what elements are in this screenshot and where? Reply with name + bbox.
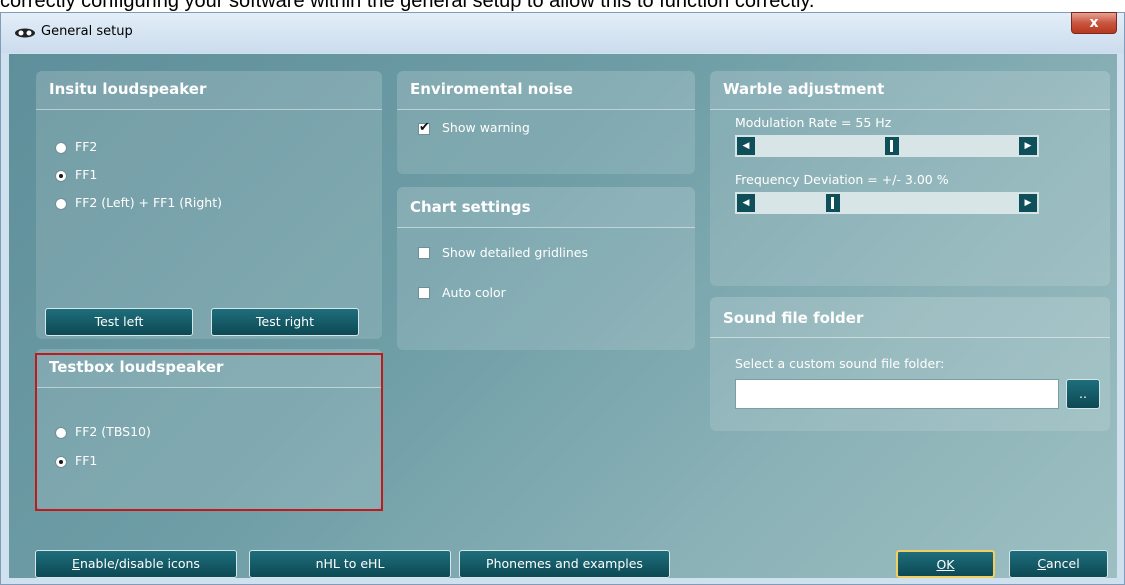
radio-label-ff1: FF1 [75, 167, 98, 182]
radio-ff1[interactable] [55, 170, 67, 182]
panel-title: Sound file folder [710, 297, 1110, 338]
show-warning-label: Show warning [442, 120, 530, 135]
detailed-gridlines-checkbox[interactable] [418, 247, 430, 259]
modulation-rate-slider[interactable]: ◀ ▶ [735, 135, 1039, 157]
general-setup-dialog: General setup x Insitu loudspeaker FF2 F… [0, 12, 1125, 585]
title-bar: General setup x [1, 12, 1124, 53]
app-icon [15, 28, 35, 38]
cancel-label-rest: ancel [1046, 556, 1080, 571]
radio-label-ff2: FF2 [75, 139, 98, 154]
enable-icons-label-rest: nable/disable icons [79, 556, 200, 571]
access-key: E [72, 556, 80, 571]
scroll-left-icon[interactable]: ◀ [737, 137, 755, 155]
warble-adjustment-panel: Warble adjustment Modulation Rate = 55 H… [710, 71, 1110, 286]
ok-label: OK [936, 557, 955, 572]
checkmark-icon: ✔ [419, 120, 430, 135]
test-left-button[interactable]: Test left [45, 308, 193, 336]
panel-title: Warble adjustment [710, 71, 1110, 110]
window-title: General setup [41, 24, 133, 39]
phonemes-and-examples-button[interactable]: Phonemes and examples [459, 550, 670, 578]
chart-settings-panel: Chart settings Show detailed gridlines A… [397, 187, 695, 350]
slider-thumb[interactable] [825, 194, 840, 212]
test-right-button[interactable]: Test right [211, 308, 359, 336]
radio-ff2-left-ff1-right[interactable] [55, 198, 67, 210]
slider-thumb[interactable] [884, 137, 899, 155]
cancel-button[interactable]: Cancel [1009, 550, 1108, 578]
detailed-gridlines-label: Show detailed gridlines [442, 245, 588, 260]
browse-folder-button[interactable]: .. [1066, 379, 1100, 409]
custom-folder-prompt: Select a custom sound file folder: [735, 356, 945, 371]
radio-label-ff2-left-ff1-right: FF2 (Left) + FF1 (Right) [75, 195, 222, 210]
access-key: C [1037, 556, 1047, 571]
show-warning-checkbox[interactable]: ✔ [418, 120, 430, 135]
modulation-rate-label: Modulation Rate = 55 Hz [735, 115, 892, 130]
scroll-right-icon[interactable]: ▶ [1019, 137, 1037, 155]
sound-folder-input[interactable] [735, 379, 1059, 409]
sound-file-folder-panel: Sound file folder Select a custom sound … [710, 297, 1110, 431]
panel-title: Chart settings [397, 187, 695, 228]
enable-disable-icons-button[interactable]: Enable/disable icons [35, 550, 237, 578]
document-caption: correctly configuring your software with… [0, 0, 815, 12]
auto-color-checkbox[interactable] [418, 287, 430, 299]
close-button[interactable]: x [1071, 12, 1117, 34]
frequency-deviation-slider[interactable]: ◀ ▶ [735, 192, 1039, 214]
panel-title: Enviromental noise [397, 71, 695, 110]
highlight-box [35, 353, 383, 511]
nhl-to-ehl-button[interactable]: nHL to eHL [249, 550, 451, 578]
radio-ff2[interactable] [55, 142, 67, 154]
panel-title: Insitu loudspeaker [36, 71, 382, 110]
auto-color-label: Auto color [442, 285, 506, 300]
scroll-right-icon[interactable]: ▶ [1019, 194, 1037, 212]
environmental-noise-panel: Enviromental noise ✔ Show warning [397, 71, 695, 174]
ok-button[interactable]: OK [896, 550, 995, 578]
insitu-loudspeaker-panel: Insitu loudspeaker FF2 FF1 FF2 (Left) + … [36, 71, 382, 339]
dialog-body: Insitu loudspeaker FF2 FF1 FF2 (Left) + … [9, 54, 1117, 578]
scroll-left-icon[interactable]: ◀ [737, 194, 755, 212]
frequency-deviation-label: Frequency Deviation = +/- 3.00 % [735, 172, 949, 187]
